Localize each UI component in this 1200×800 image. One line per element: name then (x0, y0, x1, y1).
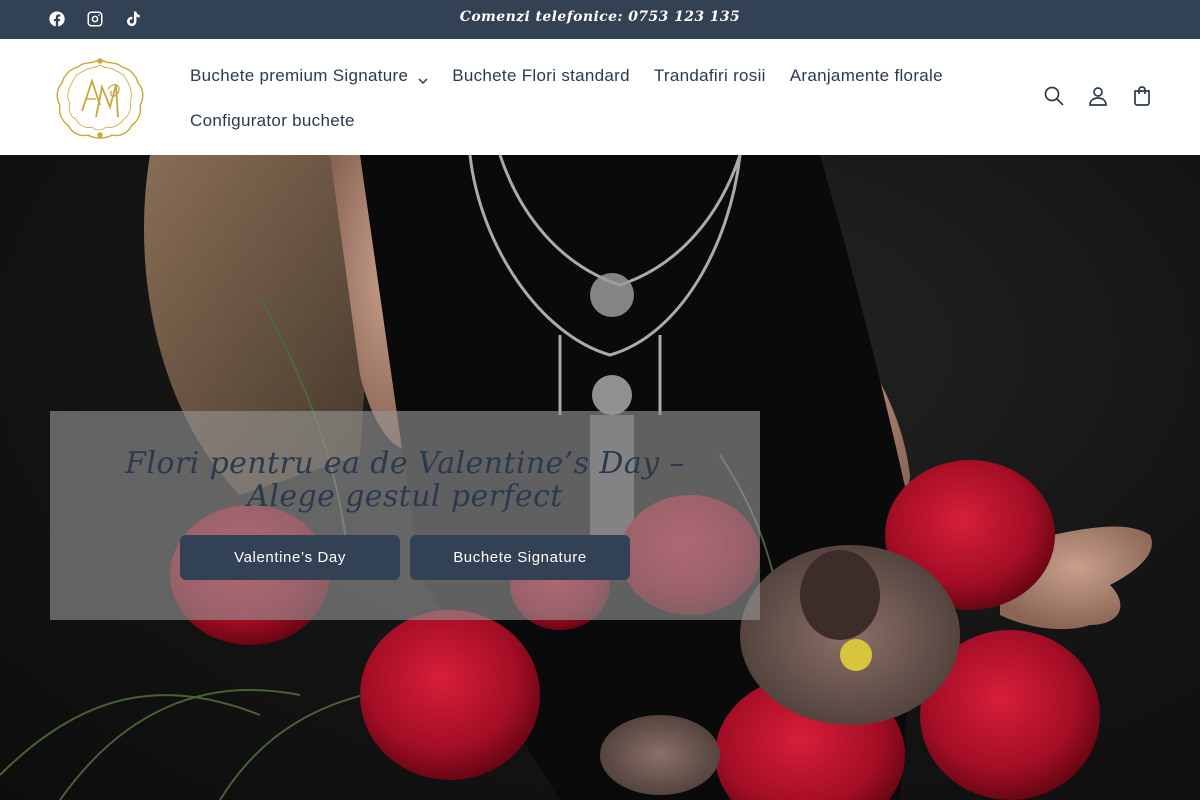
account-icon[interactable] (1086, 84, 1110, 108)
monogram-logo[interactable] (52, 55, 148, 141)
nav-item-configurator[interactable]: Configurator buchete (178, 111, 367, 131)
header-actions (1042, 84, 1154, 108)
site-header: Buchete premium Signature Buchete Flori … (0, 39, 1200, 155)
valentines-day-button[interactable]: Valentine’s Day (180, 535, 400, 580)
nav-item-label: Trandafiri rosii (653, 65, 766, 85)
main-navigation: Buchete premium Signature Buchete Flori … (178, 53, 978, 143)
announcement-text: Comenzi telefonice: 0753 123 135 (459, 9, 741, 25)
hero-title: Flori pentru ea de Valentine’s Day – Ale… (125, 446, 685, 514)
cart-icon[interactable] (1130, 84, 1154, 108)
buchete-signature-button[interactable]: Buchete Signature (410, 535, 630, 580)
nav-item-flori-standard[interactable]: Buchete Flori standard (440, 66, 642, 86)
nav-item-premium-signature[interactable]: Buchete premium Signature (178, 66, 440, 86)
nav-item-label: Buchete premium Signature (190, 65, 409, 85)
search-icon[interactable] (1042, 84, 1066, 108)
nav-item-trandafiri-rosii[interactable]: Trandafiri rosii (642, 66, 778, 86)
hero-banner: Flori pentru ea de Valentine’s Day – Ale… (0, 155, 1200, 800)
nav-item-aranjamente-florale[interactable]: Aranjamente florale (778, 66, 955, 86)
nav-item-label: Aranjamente florale (789, 65, 943, 85)
announcement-bar: Comenzi telefonice: 0753 123 135 (0, 0, 1200, 39)
hero-content-box: Flori pentru ea de Valentine’s Day – Ale… (50, 411, 760, 620)
nav-item-label: Configurator buchete (190, 110, 355, 130)
nav-item-label: Buchete Flori standard (452, 65, 630, 85)
chevron-down-icon (418, 71, 428, 84)
